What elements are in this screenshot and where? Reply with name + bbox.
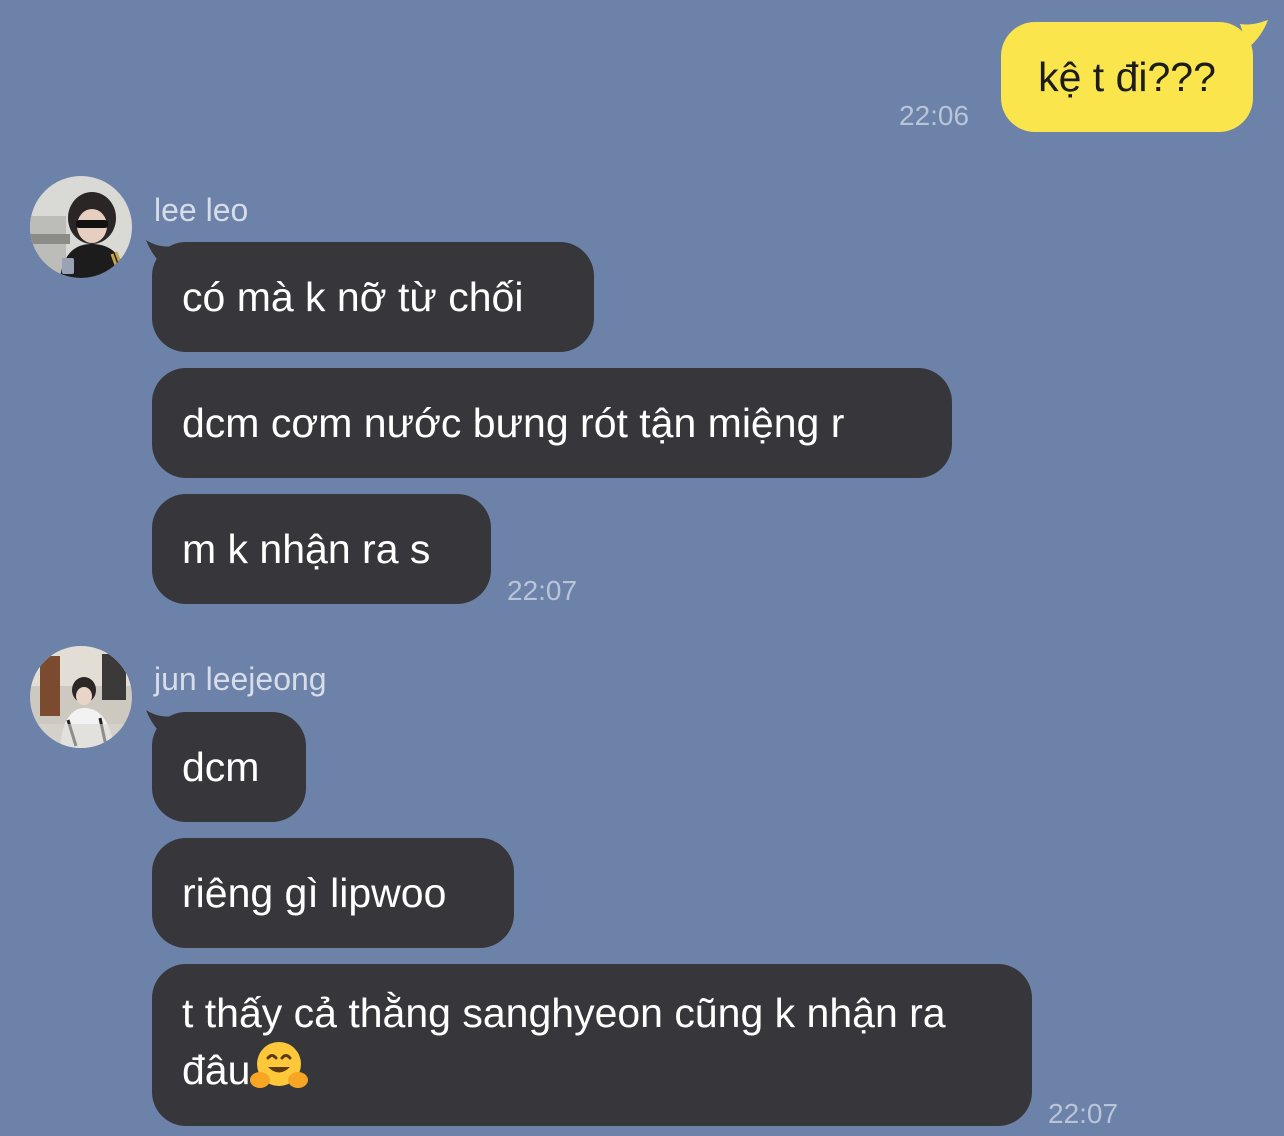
outgoing-bubble[interactable]: kệ t đi??? xyxy=(1001,22,1253,132)
avatar[interactable] xyxy=(30,176,132,278)
incoming-bubble[interactable]: riêng gì lipwoo xyxy=(152,838,514,948)
hugging-face-emoji-icon xyxy=(250,1040,309,1105)
message-text: kệ t đi??? xyxy=(1038,54,1216,100)
message-text: t thấy cả thằng sanghyeon cũng k nhận ra… xyxy=(182,986,1002,1105)
message-text: có mà k nỡ từ chối xyxy=(182,274,524,320)
message-text: riêng gì lipwoo xyxy=(182,870,447,916)
incoming-bubble[interactable]: m k nhận ra s xyxy=(152,494,491,604)
sender-name: jun leejeong xyxy=(154,661,327,697)
incoming-bubble[interactable]: dcm cơm nước bưng rót tận miệng r xyxy=(152,368,952,478)
message-timestamp: 22:07 xyxy=(1048,1098,1119,1129)
message-text: dcm xyxy=(182,744,260,790)
incoming-bubble[interactable]: có mà k nỡ từ chối xyxy=(152,242,594,352)
avatar-photo-icon xyxy=(30,176,132,278)
incoming-bubble[interactable]: t thấy cả thằng sanghyeon cũng k nhận ra… xyxy=(152,964,1032,1126)
avatar-photo-icon xyxy=(30,646,132,748)
incoming-bubble[interactable]: dcm xyxy=(152,712,306,822)
bubble-tail-out xyxy=(1240,20,1268,48)
message-timestamp: 22:06 xyxy=(899,100,970,131)
message-timestamp: 22:07 xyxy=(507,575,578,606)
message-text: m k nhận ra s xyxy=(182,526,431,572)
avatar[interactable] xyxy=(30,646,132,748)
message-text: dcm cơm nước bưng rót tận miệng r xyxy=(182,400,845,446)
sender-name: lee leo xyxy=(154,192,249,228)
